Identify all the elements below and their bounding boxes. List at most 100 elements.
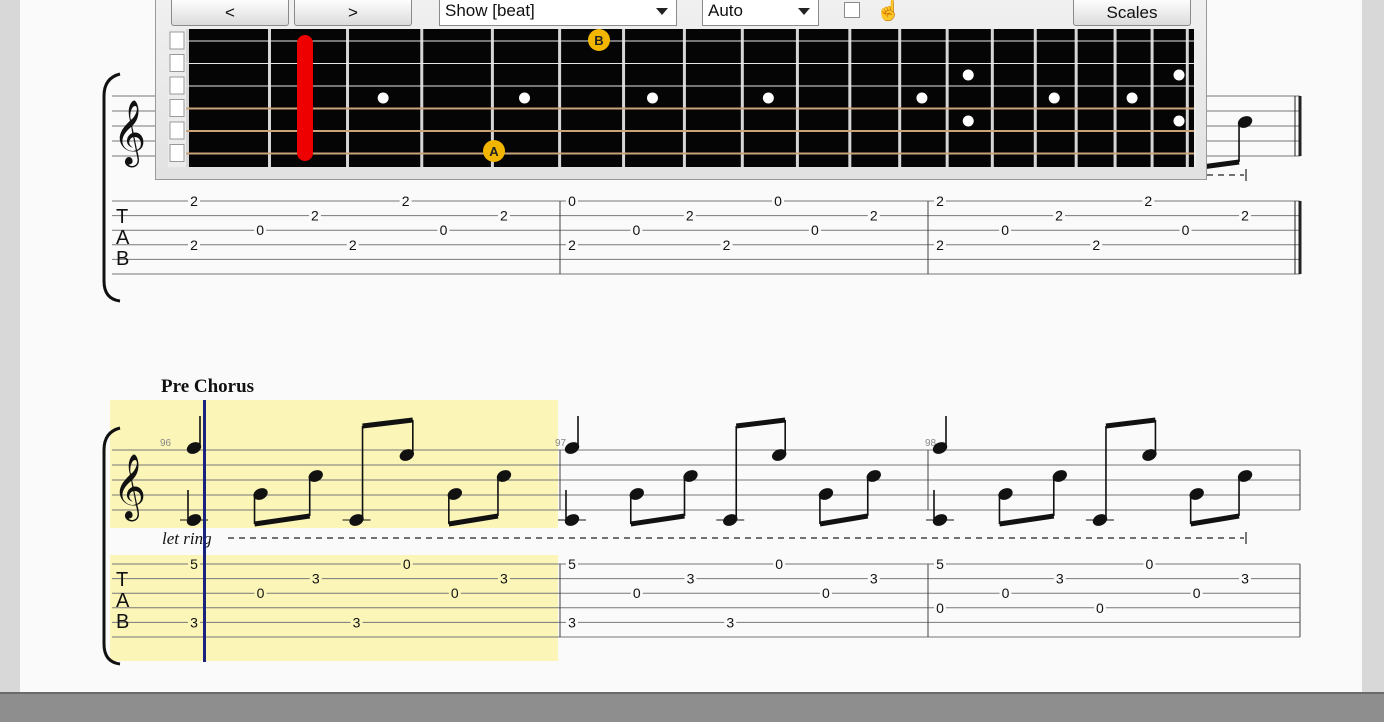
tab-fret-number: 0 (936, 600, 944, 616)
chevron-down-icon (798, 8, 810, 15)
next-button-label: > (348, 2, 358, 22)
tab-clef-letter: B (116, 611, 129, 633)
tab-fret-number: 2 (402, 193, 410, 209)
inlay-dot (1173, 69, 1185, 81)
tab-fret-number: 0 (1002, 585, 1010, 601)
prev-button-label: < (225, 2, 235, 22)
inlay-dot (962, 115, 974, 127)
fret-wire (848, 29, 852, 167)
fret-wire (1033, 29, 1037, 167)
tab-fret-number: 2 (1241, 208, 1249, 224)
fret-wire (1113, 29, 1117, 167)
note-beam (819, 513, 869, 527)
fret-wire (186, 29, 189, 167)
tab-fret-number: 3 (353, 614, 361, 630)
prev-button[interactable]: < (171, 0, 289, 26)
selected-fret-highlight (297, 35, 313, 161)
scales-button[interactable]: Scales (1073, 0, 1191, 26)
fret-wire (420, 29, 424, 167)
fret-wire (558, 29, 562, 167)
mode-dropdown[interactable]: Auto (702, 0, 819, 26)
tab-fret-number: 2 (870, 208, 878, 224)
fret-wire (990, 29, 994, 167)
tab-clef-letter: A (116, 227, 130, 249)
fret-wire (1185, 29, 1189, 167)
tab-fret-number: 3 (568, 614, 576, 630)
tab-fret-number: 0 (822, 585, 830, 601)
tab-fret-number: 2 (349, 237, 357, 253)
tab-fret-number: 3 (726, 614, 734, 630)
tab-fret-number: 0 (811, 222, 819, 238)
inlay-dot (519, 92, 531, 104)
tab-fret-number: 0 (440, 222, 448, 238)
inlay-dot (962, 69, 974, 81)
inlay-dot (762, 92, 774, 104)
fretboard-wood (186, 29, 1194, 167)
tab-fret-number: 3 (1056, 571, 1064, 587)
fret-wire (346, 29, 350, 167)
note-beam (999, 513, 1055, 527)
tab-fret-number: 0 (451, 585, 459, 601)
tab-fret-number: 0 (633, 585, 641, 601)
bottom-system: 𝄞TABlet ring96 97 985303300353033003500300… (102, 400, 1301, 666)
tab-fret-number: 3 (312, 571, 320, 587)
tab-fret-number: 2 (1055, 208, 1063, 224)
tab-fret-number: 2 (568, 237, 576, 253)
inlay-dot (377, 92, 389, 104)
tab-fret-number: 5 (568, 556, 576, 572)
fret-wire (945, 29, 949, 167)
note-beam (1105, 417, 1156, 429)
fret-wire (795, 29, 799, 167)
tab-fret-number: 3 (190, 614, 198, 630)
fret-wire (268, 29, 271, 167)
open-string-box (169, 76, 185, 95)
inlay-dot (916, 92, 928, 104)
tab-fret-number: 2 (723, 237, 731, 253)
tab-fret-number: 2 (190, 237, 198, 253)
tab-fret-number: 0 (774, 193, 782, 209)
fret-wire (740, 29, 744, 167)
inlay-dot (646, 92, 658, 104)
tab-fret-number: 0 (1096, 600, 1104, 616)
tab-fret-number: 0 (633, 222, 641, 238)
tab-fret-number: 0 (775, 556, 783, 572)
note-beam (735, 417, 786, 429)
show-dropdown[interactable]: Show [beat] (439, 0, 677, 26)
fret-wire (1074, 29, 1078, 167)
note-beam (630, 513, 685, 527)
tab-clef-letter: T (116, 569, 128, 591)
tab-fret-number: 0 (257, 585, 265, 601)
hand-pointer-icon[interactable]: ☝ (876, 0, 901, 23)
open-string-box (169, 144, 185, 162)
next-button[interactable]: > (294, 0, 412, 26)
scales-button-label: Scales (1106, 2, 1158, 22)
tab-fret-number: 0 (568, 193, 576, 209)
measure-number: 96 (160, 438, 172, 449)
open-string-box (169, 31, 185, 50)
tab-clef-letter: T (116, 206, 128, 228)
chevron-down-icon (656, 8, 668, 15)
tab-fret-number: 0 (1193, 585, 1201, 601)
tab-fret-number: 5 (190, 556, 198, 572)
tab-fret-number: 2 (190, 193, 198, 209)
tab-fret-number: 0 (403, 556, 411, 572)
tab-fret-number: 0 (1001, 222, 1009, 238)
fretboard-panel: < > Show [beat] Auto ☝ Scales BA (155, 0, 1207, 180)
treble-clef-icon: 𝄞 (113, 100, 146, 167)
inlay-dot (1048, 92, 1060, 104)
tab-fret-number: 2 (1092, 237, 1100, 253)
tab-fret-number: 3 (870, 571, 878, 587)
tab-fret-number: 2 (686, 208, 694, 224)
open-string-box (169, 99, 185, 117)
tab-fret-number: 3 (687, 571, 695, 587)
show-dropdown-value: Show [beat] (445, 1, 535, 20)
mode-dropdown-value: Auto (708, 1, 743, 20)
open-string-box (169, 54, 185, 72)
option-checkbox[interactable] (844, 2, 860, 18)
tab-clef-letter: A (116, 590, 130, 612)
section-label: Pre Chorus (161, 376, 254, 397)
marker-a-label: A (489, 144, 499, 159)
tab-fret-number: 5 (936, 556, 944, 572)
tab-fret-number: 2 (936, 193, 944, 209)
fretboard[interactable]: BA (168, 29, 1196, 167)
